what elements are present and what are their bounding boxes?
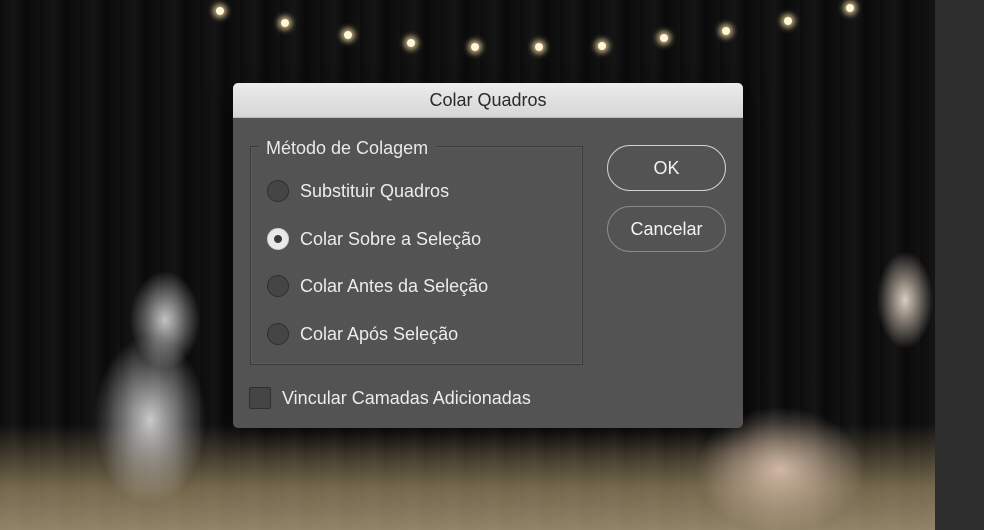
string-light [407, 39, 415, 47]
ok-button[interactable]: OK [607, 145, 726, 191]
string-light [660, 34, 668, 42]
option-paste-over-selection[interactable]: Colar Sobre a Seleção [267, 226, 481, 252]
dialog-title: Colar Quadros [233, 83, 743, 118]
option-label: Colar Antes da Seleção [300, 275, 489, 296]
radio-dot-icon [274, 235, 282, 243]
paste-method-label: Método de Colagem [258, 137, 437, 159]
option-label: Colar Sobre a Seleção [300, 228, 482, 249]
string-light [471, 43, 479, 51]
option-replace-frames[interactable]: Substituir Quadros [267, 178, 449, 204]
radio-button-selected[interactable] [267, 228, 289, 250]
paste-frames-dialog: Colar Quadros Método de Colagem Substitu… [233, 83, 743, 428]
option-paste-after-selection[interactable]: Colar Após Seleção [267, 321, 458, 347]
option-paste-before-selection[interactable]: Colar Antes da Seleção [267, 273, 488, 299]
string-light [344, 31, 352, 39]
cancel-button[interactable]: Cancelar [607, 206, 726, 252]
string-light [722, 27, 730, 35]
panel-edge [935, 0, 984, 530]
link-added-layers-option[interactable]: Vincular Camadas Adicionadas [249, 386, 531, 410]
option-label: Substituir Quadros [300, 180, 450, 201]
string-light [846, 4, 854, 12]
radio-button[interactable] [267, 323, 289, 345]
link-layers-checkbox[interactable] [249, 387, 271, 409]
radio-button[interactable] [267, 180, 289, 202]
option-label: Colar Após Seleção [300, 323, 459, 344]
radio-button[interactable] [267, 275, 289, 297]
string-light [281, 19, 289, 27]
string-light [535, 43, 543, 51]
string-light [598, 42, 606, 50]
string-light [784, 17, 792, 25]
string-light [216, 7, 224, 15]
link-layers-label: Vincular Camadas Adicionadas [282, 387, 531, 408]
